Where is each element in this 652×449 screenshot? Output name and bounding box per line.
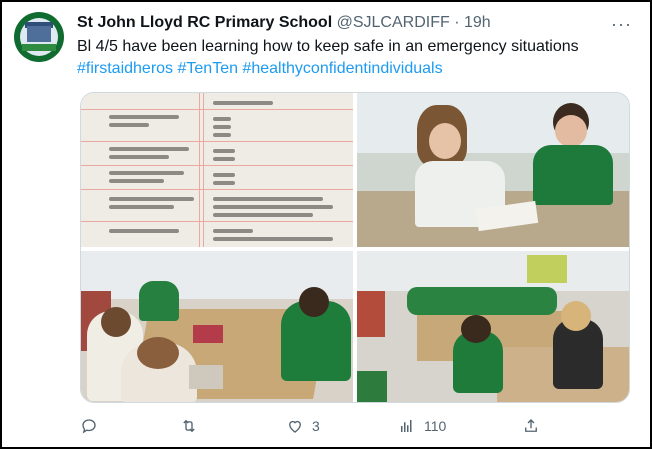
like-count: 3 <box>312 418 320 434</box>
views-button[interactable]: 110 <box>398 414 446 438</box>
media-grid <box>80 92 630 403</box>
share-button[interactable] <box>522 414 540 438</box>
tweet-actions: 3 110 <box>80 414 628 438</box>
more-options-icon[interactable]: ··· <box>611 14 632 35</box>
hashtag-links[interactable]: #firstaidheros #TenTen #healthyconfident… <box>77 60 443 77</box>
school-avatar[interactable] <box>14 12 64 62</box>
pupils-writing-photo[interactable] <box>357 93 629 247</box>
separator-dot: · <box>454 14 460 31</box>
tweet-header: St John Lloyd RC Primary School @SJLCARD… <box>77 12 630 34</box>
author-handle[interactable]: @SJLCARDIFF <box>337 14 450 31</box>
retweet-icon <box>183 419 195 433</box>
retweet-button[interactable] <box>180 414 198 438</box>
heart-icon <box>289 420 301 433</box>
author-name[interactable]: St John Lloyd RC Primary School <box>77 14 332 31</box>
worksheet-photo[interactable] <box>81 93 353 247</box>
classroom-table-photo[interactable] <box>81 251 353 402</box>
reply-icon <box>82 419 96 434</box>
share-icon <box>525 419 537 432</box>
tweet-time[interactable]: 19h <box>464 14 491 31</box>
views-count: 110 <box>424 418 447 434</box>
tweet-body: Bl 4/5 have been learning how to keep sa… <box>77 38 579 55</box>
tweet-text: Bl 4/5 have been learning how to keep sa… <box>77 36 637 80</box>
reply-button[interactable] <box>80 414 98 438</box>
whole-class-photo[interactable] <box>357 251 629 402</box>
tweet-card[interactable]: St John Lloyd RC Primary School @SJLCARD… <box>0 0 652 449</box>
analytics-icon <box>401 420 412 432</box>
like-button[interactable]: 3 <box>286 414 320 438</box>
